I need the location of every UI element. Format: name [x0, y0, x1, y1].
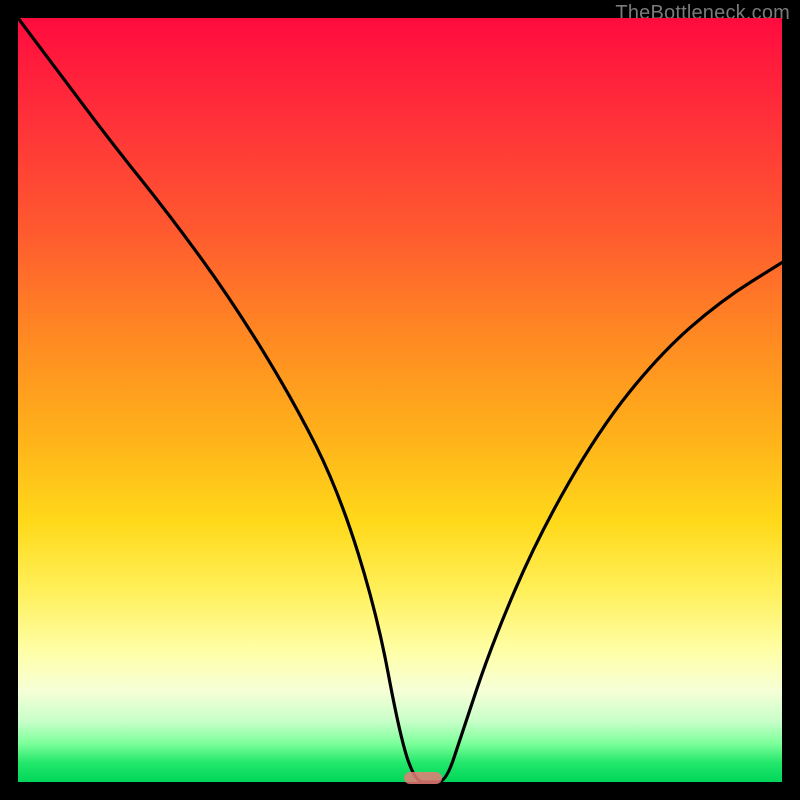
- bottleneck-curve: [18, 18, 782, 782]
- chart-frame: TheBottleneck.com: [0, 0, 800, 800]
- bottleneck-minimum-marker: [404, 772, 442, 784]
- curve-path: [18, 18, 782, 782]
- plot-area: [18, 18, 782, 782]
